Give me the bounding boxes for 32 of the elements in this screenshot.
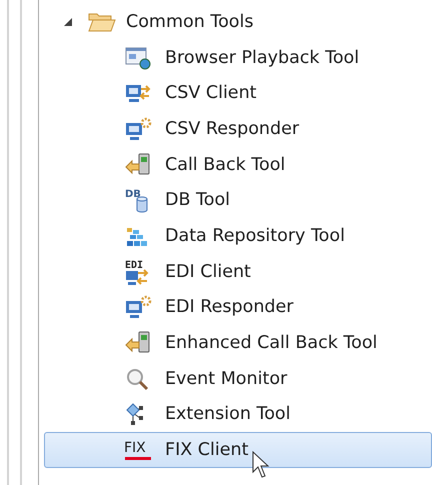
tree-item-label: EDI Client bbox=[165, 262, 251, 282]
tree-item-label: CSV Client bbox=[165, 83, 257, 104]
tree-item-label: Enhanced Call Back Tool bbox=[165, 333, 378, 354]
tree-item[interactable]: Event Monitor bbox=[44, 360, 432, 397]
tree-item[interactable]: EDI EDI Client bbox=[44, 254, 432, 290]
computer-gear-icon bbox=[123, 116, 153, 141]
tree-item-label: Call Back Tool bbox=[165, 154, 286, 175]
tree-item[interactable]: DB DB Tool bbox=[44, 182, 432, 218]
tree-item-label: Event Monitor bbox=[165, 368, 288, 389]
tree-item-label: Browser Playback Tool bbox=[165, 48, 360, 68]
folder-icon bbox=[88, 10, 116, 33]
tree-item[interactable]: Extension Tool bbox=[44, 396, 432, 432]
tree-item-label: Extension Tool bbox=[165, 404, 290, 424]
tree-item-label: CSV Responder bbox=[165, 118, 300, 139]
tree-item[interactable]: CSV Client bbox=[44, 75, 432, 112]
tree-item-label: Data Repository Tool bbox=[165, 226, 345, 246]
computer-gear-icon bbox=[123, 295, 153, 320]
tree-item[interactable]: EDI Responder bbox=[44, 290, 432, 326]
tree-item[interactable]: Data Repository Tool bbox=[44, 218, 432, 254]
tree-item-label: Common Tools bbox=[126, 12, 254, 32]
mouse-pointer-icon bbox=[252, 451, 272, 479]
browser-window-icon bbox=[123, 46, 153, 70]
tree-item[interactable]: Common Tools bbox=[0, 4, 432, 40]
tree-item-label: FIX Client bbox=[165, 440, 248, 460]
tree-item[interactable]: Call Back Tool bbox=[44, 146, 432, 182]
tree-item[interactable]: Enhanced Call Back Tool bbox=[44, 325, 432, 361]
tree-item[interactable]: CSV Responder bbox=[44, 111, 432, 147]
tree-item[interactable]: Browser Playback Tool bbox=[44, 40, 432, 76]
tree-item-label: EDI Responder bbox=[165, 297, 294, 318]
tree-item-label: DB Tool bbox=[165, 190, 230, 210]
tree-item[interactable]: FIX FIX Client bbox=[44, 432, 432, 468]
collapse-triangle-icon[interactable] bbox=[62, 16, 74, 28]
